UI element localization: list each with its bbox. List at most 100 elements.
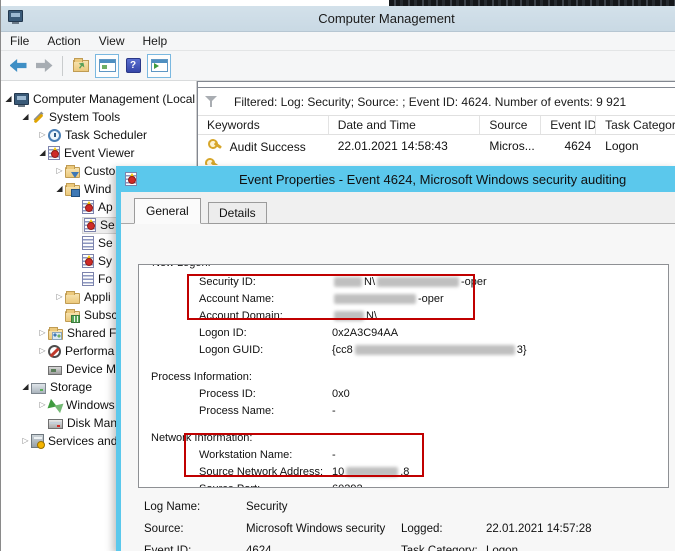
summary-label-logged-: Logged: <box>401 523 443 535</box>
partial-next-row <box>198 156 675 165</box>
eventlog-alert-icon <box>82 254 94 268</box>
menu-item-help[interactable]: Help <box>134 32 177 50</box>
tree-expander-icon[interactable]: ◢ <box>3 90 14 108</box>
tree-item-label: Performa <box>65 344 115 358</box>
redacted-value <box>354 345 515 356</box>
dialog-title: Event Properties - Event 4624, Microsoft… <box>239 171 627 187</box>
window-titlebar[interactable]: Computer Management <box>1 6 675 32</box>
column-header-task-category[interactable]: Task Category <box>596 116 675 134</box>
menu-item-action[interactable]: Action <box>38 32 89 50</box>
tree-item-computer-management-local[interactable]: ◢ Computer Management (Local <box>1 90 196 108</box>
tree-expander-icon[interactable]: ▷ <box>37 324 48 342</box>
detail-row-process-id-: Process ID: 0x0 <box>139 387 668 404</box>
console-toggle-icon <box>98 59 116 72</box>
detail-row-logon-guid-: Logon GUID: {cc8 3} <box>139 343 668 360</box>
tree-item-system-tools[interactable]: ◢ System Tools <box>1 108 196 126</box>
tree-item-label: Storage <box>50 380 93 394</box>
toolbar-button-export-list[interactable] <box>69 54 93 78</box>
column-header-date-and-time[interactable]: Date and Time <box>329 116 481 134</box>
event-list-rows: Audit Success 22.01.2021 14:58:43 Micros..… <box>198 135 675 156</box>
detail-value: 0x2A3C94AA <box>332 326 398 341</box>
summary-value: 22.01.2021 14:57:28 <box>486 523 592 535</box>
dialog-tabstrip: General Details <box>121 192 675 224</box>
summary-value: Security <box>246 501 288 513</box>
tree-item-content: Se <box>82 234 113 252</box>
tree-item-label: Subsc <box>84 308 118 322</box>
summary-row: Log Name: Security <box>121 496 675 518</box>
event-description-box: New Logon: Security ID:N\-operAccount Na… <box>138 264 669 488</box>
loglines-icon <box>82 272 94 286</box>
menu-item-view[interactable]: View <box>90 32 134 50</box>
key-icon <box>204 156 220 165</box>
tree-item-content: Subsc <box>65 306 117 324</box>
event-row[interactable]: Audit Success 22.01.2021 14:58:43 Micros..… <box>198 135 675 156</box>
tree-item-label: Custo <box>84 164 116 178</box>
detail-label: Source Port: <box>199 482 260 487</box>
column-header-event-id[interactable]: Event ID <box>541 116 597 134</box>
tree-expander-icon[interactable]: ▷ <box>37 396 48 414</box>
tree-expander-icon[interactable]: ▷ <box>54 162 65 180</box>
folder-icon <box>65 290 80 304</box>
summary-value: Logon <box>486 545 518 551</box>
tree-item-label: Windows <box>66 398 115 412</box>
dialog-titlebar[interactable]: Event Properties - Event 4624, Microsoft… <box>121 166 675 192</box>
tab-general[interactable]: General <box>134 198 201 224</box>
toolbar-button-help[interactable] <box>121 54 145 78</box>
detail-row-process-information-: Process Information: <box>139 370 668 387</box>
summary-label-source-: Source: <box>144 523 184 535</box>
source-cell: Micros... <box>489 138 535 153</box>
tree-expander-icon[interactable]: ◢ <box>20 108 31 126</box>
tree-expander-icon[interactable]: ▷ <box>20 432 31 450</box>
computer-icon <box>14 93 29 107</box>
value-text: 60292 <box>332 483 363 487</box>
services-icon <box>31 434 45 449</box>
tree-item-content: Wind <box>65 180 111 198</box>
export-list-icon <box>73 57 89 72</box>
value-text: 0x2A3C94AA <box>332 327 399 339</box>
date-time-cell: 22.01.2021 14:58:43 <box>337 138 448 153</box>
tree-item-content: Task Scheduler <box>48 126 147 144</box>
summary-row: Source: Microsoft Windows security Logged:… <box>121 518 675 540</box>
summary-row: Event ID: 4624 Task Category: Logon <box>121 540 675 551</box>
storage-icon <box>31 382 46 394</box>
computer-management-app-icon <box>8 10 23 24</box>
folder-windows-icon <box>65 182 80 197</box>
toolbar-button-console-toggle[interactable] <box>95 53 119 78</box>
tree-item-label: Se <box>100 218 115 232</box>
tree-item-label: Fo <box>98 272 113 286</box>
tree-expander-icon[interactable]: ◢ <box>54 180 65 198</box>
key-icon <box>207 137 223 151</box>
detail-value: 60292 <box>332 482 363 487</box>
tab-details[interactable]: Details <box>208 202 267 224</box>
tree-item-content: Fo <box>82 270 112 288</box>
tree-item-content: Ap <box>82 198 113 216</box>
toolbar-button-back-arrow[interactable] <box>6 54 30 78</box>
tree-expander-icon[interactable]: ◢ <box>20 378 31 396</box>
tree-expander-icon[interactable]: ◢ <box>37 144 48 162</box>
folder-filter-icon <box>65 164 80 178</box>
column-header-source[interactable]: Source <box>480 116 542 134</box>
column-header-keywords[interactable]: Keywords <box>198 116 329 134</box>
tree-item-event-viewer[interactable]: ◢ Event Viewer <box>1 144 196 162</box>
value-text: - <box>332 405 336 417</box>
tree-item-content: Appli <box>65 288 111 306</box>
tree-item-label: System Tools <box>49 110 121 124</box>
row-spacer <box>139 421 668 431</box>
menu-item-file[interactable]: File <box>1 32 38 50</box>
menu-bar: File Action View Help <box>1 32 675 51</box>
detail-label: Logon GUID: <box>199 344 264 356</box>
tree-item-label: Sy <box>98 254 113 268</box>
tree-expander-icon[interactable]: ▷ <box>37 342 48 360</box>
tree-expander-icon[interactable]: ▷ <box>37 126 48 144</box>
window-title: Computer Management <box>318 11 455 26</box>
tree-item-content: Se <box>82 216 119 234</box>
toolbar-button-forward-arrow[interactable] <box>32 54 56 78</box>
tree-item-task-scheduler[interactable]: ▷ Task Scheduler <box>1 126 196 144</box>
tree-item-content: Event Viewer <box>48 144 134 162</box>
value-text: {cc8 <box>332 344 353 356</box>
toolbar-button-actionpane-toggle[interactable] <box>147 53 171 78</box>
shared-folders-icon <box>48 326 63 340</box>
value-text: 3} <box>516 344 527 356</box>
detail-label: Process ID: <box>199 388 256 400</box>
tree-expander-icon[interactable]: ▷ <box>54 288 65 306</box>
